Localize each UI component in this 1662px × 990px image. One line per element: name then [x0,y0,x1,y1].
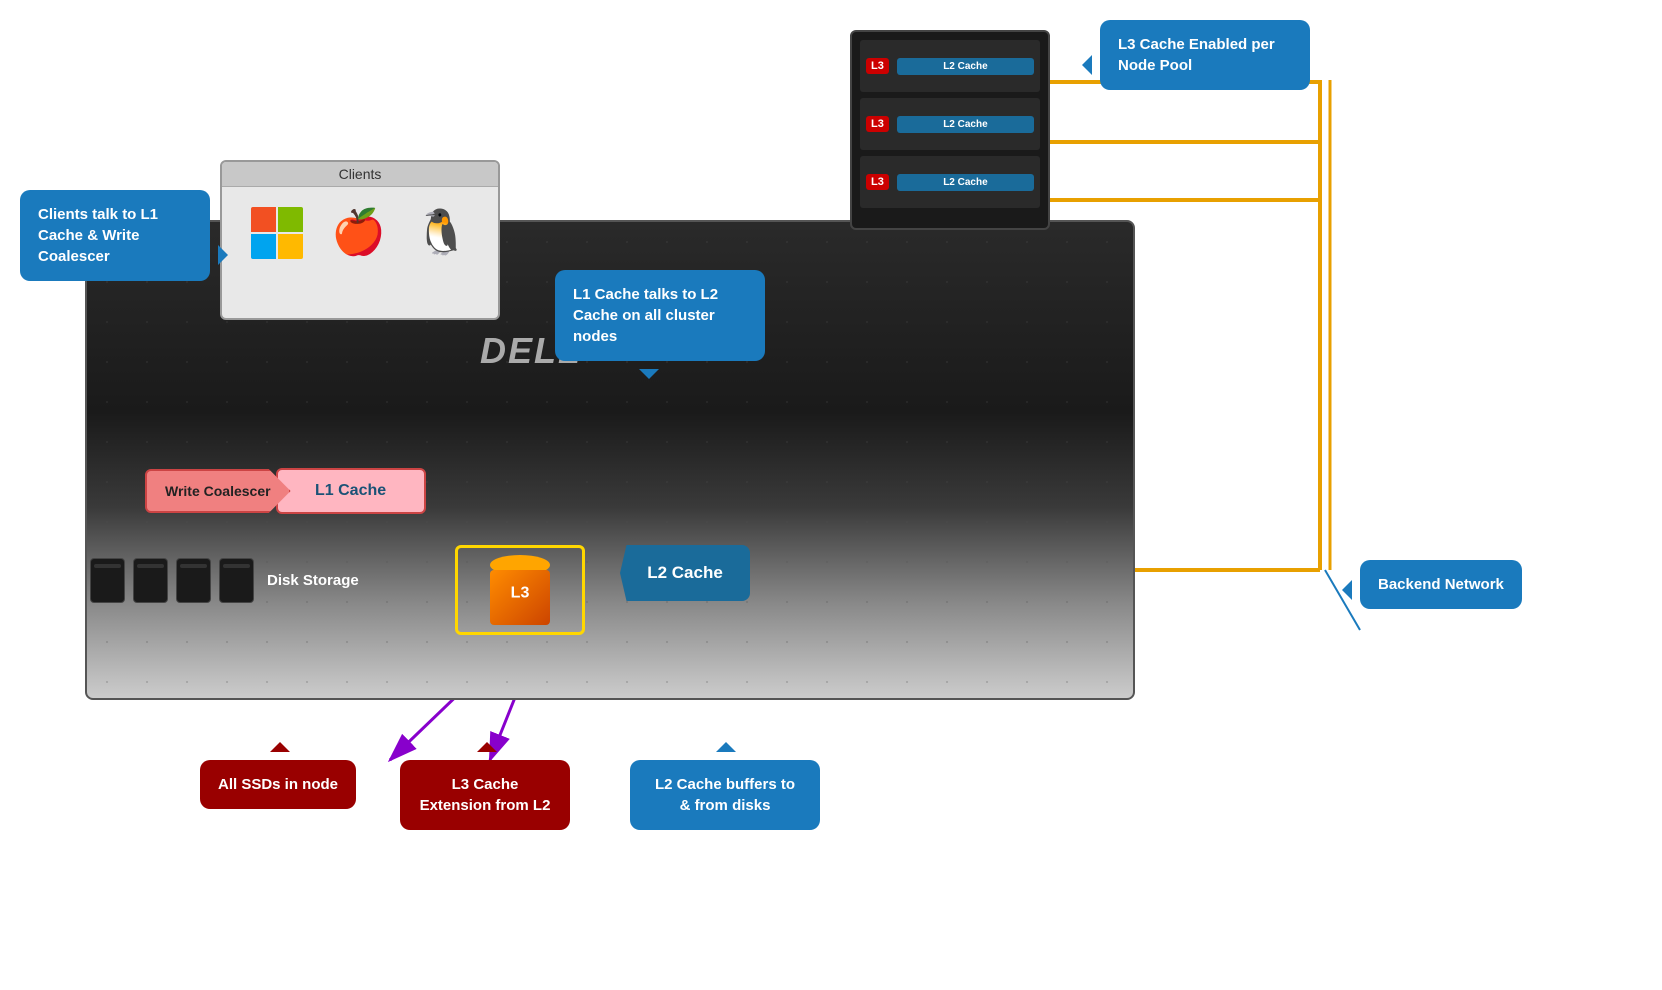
disk-2 [133,558,168,603]
disk-row: Disk Storage [90,558,359,603]
win-q4 [278,234,303,259]
clients-title: Clients [222,162,498,187]
clients-icons: 🍎 🐧 [222,187,498,279]
callout-l1-l2: L1 Cache talks to L2 Cache on all cluste… [555,270,765,361]
callout-backend: Backend Network [1360,560,1522,609]
callout-l3-node: L3 Cache Enabled per Node Pool [1100,20,1310,90]
node-l2-badge-1: L2 Cache [897,58,1034,75]
write-coalescer: Write Coalescer [145,469,291,513]
disk-4 [219,558,254,603]
callout-l2-buffers: L2 Cache buffers to & from disks [630,760,820,830]
windows-icon [251,207,303,259]
linux-icon: 🐧 [414,211,469,255]
disk-storage-label: Disk Storage [267,572,359,589]
l3-label: L3 [511,585,530,603]
l3-cylinder: L3 [490,555,550,625]
l2-cache-label: L2 Cache [620,545,750,601]
l1-cache: L1 Cache [276,468,426,514]
clients-window: Clients 🍎 🐧 [220,160,500,320]
diagram-container: DELL Clients 🍎 🐧 Write Coalescer L1 Cach… [0,0,1662,990]
callout-ssds: All SSDs in node [200,760,356,809]
node-l3-badge-1: L3 [866,58,889,74]
callout-l3-ext: L3 Cache Extension from L2 [400,760,570,830]
callout-clients: Clients talk to L1 Cache & Write Coalesc… [20,190,210,281]
disk-3 [176,558,211,603]
disk-1 [90,558,125,603]
node-row-1: L3 L2 Cache [860,40,1040,92]
node-row-2: L3 L2 Cache [860,98,1040,150]
node-l3-badge-2: L3 [866,116,889,132]
win-q3 [251,234,276,259]
node-l3-badge-3: L3 [866,174,889,190]
l3-box: L3 [455,545,585,635]
node-l2-badge-3: L2 Cache [897,174,1034,191]
win-q1 [251,207,276,232]
node-l2-badge-2: L2 Cache [897,116,1034,133]
cache-row: Write Coalescer L1 Cache [145,468,426,514]
win-q2 [278,207,303,232]
node-rack: L3 L2 Cache L3 L2 Cache L3 L2 Cache [850,30,1050,230]
node-row-3: L3 L2 Cache [860,156,1040,208]
apple-icon: 🍎 [331,211,386,255]
